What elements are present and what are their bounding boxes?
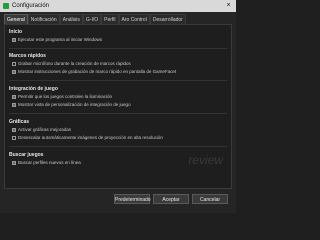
checkbox[interactable] (12, 37, 16, 42)
option-label: Buscar perfiles nuevos en línea (18, 160, 81, 165)
checkbox[interactable] (12, 160, 16, 165)
defaults-button[interactable]: Predeterminado (114, 194, 151, 204)
option-search-profiles[interactable]: Buscar perfiles nuevos en línea (12, 160, 81, 165)
checkbox[interactable] (12, 102, 16, 107)
checkbox[interactable] (12, 127, 16, 132)
tab-bar: General Notificación Análisis G-I/O Perf… (4, 14, 186, 24)
app-icon (3, 3, 9, 9)
option-show-custom-view[interactable]: Mostrar vista de personalización de inte… (12, 102, 131, 107)
section-inicio-title: Inicio (9, 29, 23, 35)
settings-window: Configuración × General Notificación Aná… (0, 0, 236, 213)
option-games-control-lighting[interactable]: Permitir que los juegos controlen la ilu… (12, 94, 112, 99)
tab-gio[interactable]: G-I/O (82, 14, 102, 24)
option-label: Mostrar vista de personalización de inte… (18, 102, 131, 107)
option-downscale-images[interactable]: Desescalar automáticamente imágenes de p… (12, 135, 163, 140)
tab-desarrollador[interactable]: Desarrollador (149, 14, 186, 24)
tab-aro-control[interactable]: Aro Control (118, 14, 150, 24)
close-icon[interactable]: × (224, 0, 233, 12)
divider (9, 146, 227, 147)
checkbox[interactable] (12, 61, 16, 66)
section-integracion-title: Integración de juego (9, 86, 58, 92)
checkbox[interactable] (12, 69, 16, 74)
tab-notificacion[interactable]: Notificación (27, 14, 60, 24)
option-label: Ejecutar este programa al iniciar Window… (18, 37, 103, 42)
cancel-button[interactable]: Cancelar (192, 194, 228, 204)
tab-perfil[interactable]: Perfil (101, 14, 119, 24)
tab-general[interactable]: General (4, 14, 28, 24)
option-label: Activar gráficas mejoradas (18, 127, 72, 132)
option-enhanced-graphics[interactable]: Activar gráficas mejoradas (12, 127, 71, 132)
option-label: Grabar micrófono durante la creación de … (18, 61, 131, 66)
watermark: review (188, 153, 223, 167)
title-bar: Configuración × (0, 0, 236, 12)
tab-analisis[interactable]: Análisis (59, 14, 83, 24)
checkbox[interactable] (12, 94, 16, 99)
window-title: Configuración (12, 3, 50, 9)
divider (9, 113, 227, 114)
option-label: Mostrar instrucciones de grabación de ma… (18, 69, 177, 74)
option-label: Desescalar automáticamente imágenes de p… (18, 135, 163, 140)
option-run-at-startup[interactable]: Ejecutar este programa al iniciar Window… (12, 37, 102, 42)
option-label: Permitir que los juegos controlen la ilu… (18, 94, 113, 99)
dialog-buttons: Predeterminado Aceptar Cancelar (0, 194, 236, 208)
accept-button[interactable]: Aceptar (153, 194, 189, 204)
section-marcos-title: Marcos rápidos (9, 53, 46, 59)
general-panel: Inicio Ejecutar este programa al iniciar… (4, 24, 232, 189)
divider (9, 48, 227, 49)
section-graficas-title: Gráficas (9, 119, 30, 125)
checkbox[interactable] (12, 135, 16, 140)
option-show-instructions[interactable]: Mostrar instrucciones de grabación de ma… (12, 69, 176, 74)
divider (9, 80, 227, 81)
option-record-mic[interactable]: Grabar micrófono durante la creación de … (12, 61, 131, 66)
section-buscar-title: Buscar juegos (9, 152, 44, 158)
